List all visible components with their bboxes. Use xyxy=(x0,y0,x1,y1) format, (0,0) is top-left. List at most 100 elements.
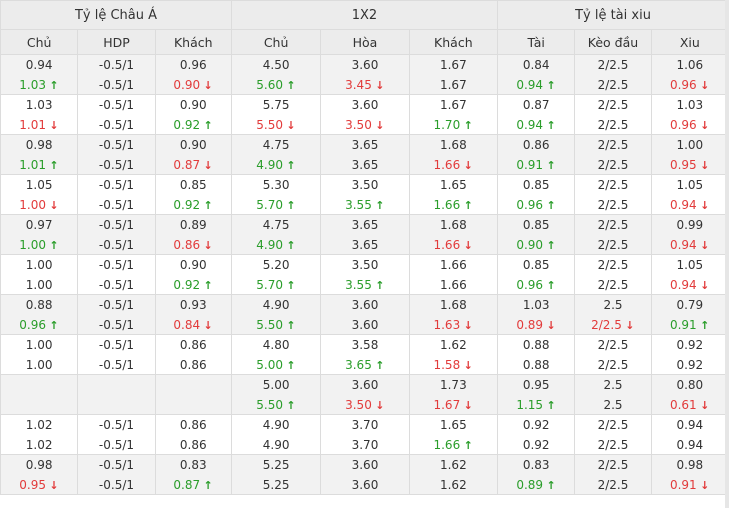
odds-value: 0.96 xyxy=(516,277,544,292)
odds-value: 1.63 xyxy=(433,317,461,332)
current-value: 0.94 ↓ xyxy=(652,235,728,255)
current-value: -0.5/1 xyxy=(78,355,154,375)
table-row: 0.98 1.01 ↑ -0.5/1 -0.5/1 0.90 0.87 ↓ 4.75 4.90 ↑ 3… xyxy=(0,134,729,175)
current-value: 2/2.5 xyxy=(575,435,650,455)
cell-content: 1.02 1.02 xyxy=(1,415,77,454)
cell-content: -0.5/1 -0.5/1 xyxy=(78,175,154,214)
opening-value: 0.85 xyxy=(498,215,574,235)
cell-1x2-home: 4.90 5.50 ↑ xyxy=(230,294,322,335)
current-value: 3.50 ↓ xyxy=(321,115,408,135)
opening-value: -0.5/1 xyxy=(78,95,154,115)
opening-value: 0.98 xyxy=(1,135,77,155)
current-value: 0.94 ↓ xyxy=(652,275,728,295)
odds-value: -0.5/1 xyxy=(98,77,135,92)
cell-1x2-draw: 3.60 3.45 ↓ xyxy=(320,54,410,95)
current-value: 1.00 xyxy=(1,355,77,375)
opening-value: 3.50 xyxy=(321,175,408,195)
odds-value: 3.65 xyxy=(351,237,379,252)
current-value: 1.66 xyxy=(410,275,497,295)
opening-value: 2/2.5 xyxy=(575,55,650,75)
odds-value: 0.84 xyxy=(522,57,550,72)
current-value: 2/2.5 ↓ xyxy=(575,315,650,335)
current-value: 0.92 ↑ xyxy=(156,275,231,295)
col-header-hdp: HDP xyxy=(77,29,156,55)
cell-content: 2.5 2.5 xyxy=(575,375,650,414)
current-value: 3.45 ↓ xyxy=(321,75,408,95)
current-value: 0.96 ↓ xyxy=(652,115,728,135)
cell-1x2-home: 4.80 5.00 ↑ xyxy=(230,334,322,375)
odds-value: 0.99 xyxy=(676,217,704,232)
arrow-down-icon: ↓ xyxy=(463,158,473,172)
opening-value: 0.85 xyxy=(156,175,231,195)
odds-value: 2/2.5 xyxy=(597,257,629,272)
current-value: 4.90 xyxy=(232,435,320,455)
odds-value: 0.86 xyxy=(173,237,201,252)
opening-value: -0.5/1 xyxy=(78,255,154,275)
opening-value: 1.00 xyxy=(1,335,77,355)
cell-content: -0.5/1 -0.5/1 xyxy=(78,135,154,174)
cell-hdp-line: -0.5/1 -0.5/1 xyxy=(77,454,156,495)
opening-value: 2/2.5 xyxy=(575,95,650,115)
arrow-up-icon: ↑ xyxy=(546,78,556,92)
odds-value: 5.75 xyxy=(262,97,290,112)
cell-content: 0.90 0.87 ↓ xyxy=(156,135,231,174)
current-value: 2/2.5 xyxy=(575,75,650,95)
odds-value: 0.94 xyxy=(516,117,544,132)
odds-value: 0.92 xyxy=(173,277,201,292)
odds-value: 4.75 xyxy=(262,137,290,152)
current-value: 5.70 ↑ xyxy=(232,195,320,215)
odds-value: 0.88 xyxy=(25,297,53,312)
table-row: 0.97 1.00 ↑ -0.5/1 -0.5/1 0.89 0.86 ↓ 4.75 4.90 ↑ 3… xyxy=(0,214,729,255)
scrollbar-track[interactable] xyxy=(725,0,729,508)
cell-content: 3.60 3.50 ↓ xyxy=(321,375,408,414)
odds-value: 1.00 xyxy=(25,357,53,372)
current-value: 3.60 xyxy=(321,315,408,335)
opening-value: 1.73 xyxy=(410,375,497,395)
cell-away-odds: 0.89 0.86 ↓ xyxy=(154,214,232,255)
cell-1x2-away: 1.65 1.66 ↑ xyxy=(408,414,499,455)
odds-value: 0.79 xyxy=(676,297,704,312)
cell-under-odds: 0.94 0.94 xyxy=(650,414,729,455)
cell-content: -0.5/1 -0.5/1 xyxy=(78,255,154,294)
cell-1x2-away: 1.62 1.62 xyxy=(408,454,499,495)
col-header-away: Khách xyxy=(154,29,232,55)
odds-value: 0.95 xyxy=(669,157,697,172)
odds-value: 1.03 xyxy=(19,77,47,92)
table-row: 0.98 0.95 ↓ -0.5/1 -0.5/1 0.83 0.87 ↑ 5.25 5.25 3.… xyxy=(0,454,729,495)
opening-value: 1.00 xyxy=(1,255,77,275)
cell-hdp-line: -0.5/1 -0.5/1 xyxy=(77,414,156,455)
cell-opening-line: 2/2.5 2/2.5 xyxy=(574,54,652,95)
odds-table-body: 0.94 1.03 ↑ -0.5/1 -0.5/1 0.96 0.90 ↓ 4.50 5.60 ↑ 3… xyxy=(0,54,729,495)
current-value: 2/2.5 xyxy=(575,275,650,295)
cell-content: 4.50 5.60 ↑ xyxy=(232,55,320,94)
arrow-down-icon: ↓ xyxy=(203,318,213,332)
odds-value: 0.96 xyxy=(19,317,47,332)
col-header-under: Xiu xyxy=(650,29,729,55)
opening-value: 3.60 xyxy=(321,455,408,475)
odds-value: 1.15 xyxy=(516,397,544,412)
arrow-up-icon: ↑ xyxy=(286,358,296,372)
opening-value: 2/2.5 xyxy=(575,335,650,355)
opening-value: 3.65 xyxy=(321,135,408,155)
current-value: 3.65 xyxy=(321,235,408,255)
odds-value: 2/2.5 xyxy=(597,437,629,452)
odds-value: 4.90 xyxy=(256,157,283,172)
current-value: 0.96 ↑ xyxy=(1,315,77,335)
arrow-up-icon: ↑ xyxy=(203,478,213,492)
opening-value: 3.60 xyxy=(321,95,408,115)
odds-value: -0.5/1 xyxy=(98,237,135,252)
current-value: 2/2.5 xyxy=(575,115,650,135)
odds-value: 1.62 xyxy=(439,477,467,492)
opening-value: 0.98 xyxy=(652,455,728,475)
odds-value: 0.96 xyxy=(669,77,697,92)
opening-value: 0.86 xyxy=(156,335,231,355)
odds-value: 0.92 xyxy=(522,437,550,452)
current-value: 5.50 ↓ xyxy=(232,115,320,135)
cell-content: 0.95 1.15 ↑ xyxy=(498,375,574,414)
table-row: 1.05 1.00 ↓ -0.5/1 -0.5/1 0.85 0.92 ↑ 5.30 5.70 ↑ 3… xyxy=(0,174,729,215)
odds-value: 5.30 xyxy=(262,177,290,192)
odds-value: 1.01 xyxy=(19,117,47,132)
cell-1x2-away: 1.68 1.66 ↓ xyxy=(408,134,499,175)
odds-value: 0.92 xyxy=(676,337,704,352)
current-value: 5.00 ↑ xyxy=(232,355,320,375)
